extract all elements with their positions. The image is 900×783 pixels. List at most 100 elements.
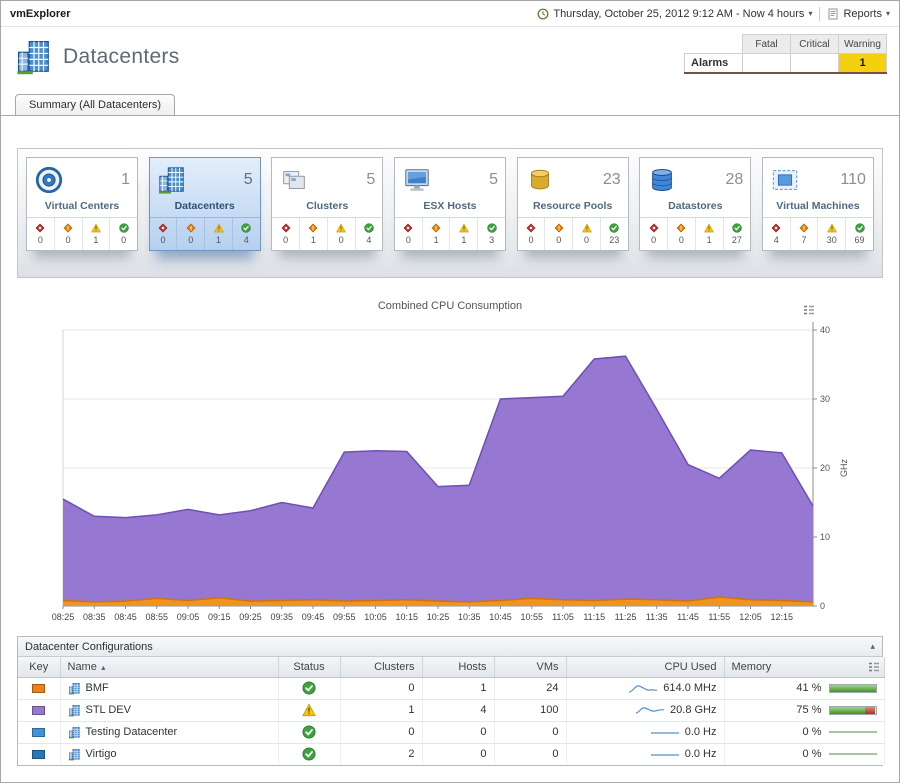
datacenter-config-table: Key Name ▲ Status Clusters Hosts VMs CPU… xyxy=(18,657,885,765)
tile-normal-count[interactable]: 4 xyxy=(355,218,383,250)
svg-text:09:15: 09:15 xyxy=(208,612,231,622)
col-header-name[interactable]: Name ▲ xyxy=(60,657,278,677)
tile-clusters[interactable]: 5 Clusters 0 1 0 4 xyxy=(271,157,383,251)
tile-fatal-count[interactable]: 0 xyxy=(150,218,177,250)
svg-text:30: 30 xyxy=(820,394,830,404)
tile-fatal-count[interactable]: 0 xyxy=(395,218,422,250)
tile-fatal-count[interactable]: 0 xyxy=(272,218,299,250)
tile-normal-count[interactable]: 27 xyxy=(723,218,751,250)
tile-critical-count[interactable]: 0 xyxy=(667,218,695,250)
reports-button[interactable]: Reports ▾ xyxy=(827,8,890,20)
tile-warning-count[interactable]: 0 xyxy=(327,218,355,250)
tile-warning-count[interactable]: 1 xyxy=(204,218,232,250)
tile-warning-count[interactable]: 0 xyxy=(572,218,600,250)
chart-options-icon[interactable] xyxy=(803,304,815,316)
tile-count: 23 xyxy=(603,171,621,189)
tile-critical-count[interactable]: 0 xyxy=(176,218,204,250)
tile-critical-count[interactable]: 0 xyxy=(544,218,572,250)
normal-icon xyxy=(364,223,374,233)
sort-asc-icon: ▲ xyxy=(100,665,107,672)
table-options-icon[interactable] xyxy=(868,661,880,673)
normal-icon xyxy=(732,223,742,233)
alarms-fatal-count[interactable] xyxy=(743,54,791,73)
svg-text:09:45: 09:45 xyxy=(302,612,325,622)
tile-critical-count[interactable]: 7 xyxy=(790,218,818,250)
datastore-icon xyxy=(647,165,677,195)
cpu-sparkline xyxy=(635,704,665,717)
tile-normal-count[interactable]: 4 xyxy=(232,218,260,250)
tile-label: Clusters xyxy=(272,198,382,218)
object-tile-strip: 1 Virtual Centers 0 0 1 0 5 Datacenters … xyxy=(17,148,883,278)
memory-value: 0 % xyxy=(788,726,822,738)
warning-icon xyxy=(336,223,346,233)
alarms-warning-count[interactable]: 1 xyxy=(839,54,887,73)
cluster-icon xyxy=(279,165,309,195)
tile-alarm-counts: 0 1 0 4 xyxy=(272,218,382,250)
tile-critical-count[interactable]: 1 xyxy=(299,218,327,250)
cpu-used-value: 0.0 Hz xyxy=(685,726,717,738)
svg-text:11:25: 11:25 xyxy=(615,612,637,622)
datacenter-name-link[interactable]: BMF xyxy=(86,682,109,694)
normal-icon xyxy=(609,223,619,233)
tab-summary-all-datacenters[interactable]: Summary (All Datacenters) xyxy=(15,94,175,115)
col-header-clusters[interactable]: Clusters xyxy=(340,657,422,677)
datacenter-name-link[interactable]: Virtigo xyxy=(86,748,117,760)
col-header-hosts[interactable]: Hosts xyxy=(422,657,494,677)
virtual-machine-icon xyxy=(770,165,800,195)
status-normal-icon xyxy=(302,725,316,739)
datacenter-icon xyxy=(15,38,53,76)
tile-esx-hosts[interactable]: 5 ESX Hosts 0 1 1 3 xyxy=(394,157,506,251)
tile-count: 28 xyxy=(725,171,743,189)
vmexplorer-window: vmExplorer Thursday, October 25, 2012 9:… xyxy=(0,0,900,783)
tile-datastores[interactable]: 28 Datastores 0 0 1 27 xyxy=(639,157,751,251)
vms-value: 24 xyxy=(494,677,566,699)
tab-label: Summary (All Datacenters) xyxy=(29,99,161,111)
critical-icon xyxy=(63,223,73,233)
topbar-right: Thursday, October 25, 2012 9:12 AM - Now… xyxy=(537,7,890,21)
tile-fatal-count[interactable]: 0 xyxy=(640,218,667,250)
datacenter-name-link[interactable]: STL DEV xyxy=(86,704,131,716)
tile-warning-count[interactable]: 1 xyxy=(449,218,477,250)
clusters-value: 1 xyxy=(340,699,422,721)
col-header-status[interactable]: Status xyxy=(278,657,340,677)
tile-warning-count[interactable]: 1 xyxy=(695,218,723,250)
memory-bar-fill xyxy=(830,685,876,692)
tile-count: 5 xyxy=(244,171,253,189)
tile-critical-count[interactable]: 1 xyxy=(422,218,450,250)
table-row-stl-dev[interactable]: STL DEV 1 4 100 20.8 GHz 75 % xyxy=(18,699,884,721)
tile-normal-count[interactable]: 0 xyxy=(109,218,137,250)
hosts-value: 0 xyxy=(422,743,494,765)
tile-virtual-machines[interactable]: 110 Virtual Machines 4 7 30 69 xyxy=(762,157,874,251)
tile-label: ESX Hosts xyxy=(395,198,505,218)
series-key-swatch xyxy=(32,706,45,715)
tile-label: Resource Pools xyxy=(518,198,628,218)
tile-fatal-count[interactable]: 0 xyxy=(518,218,545,250)
tile-normal-count[interactable]: 3 xyxy=(477,218,505,250)
col-header-memory[interactable]: Memory xyxy=(724,657,884,677)
table-row-testing-datacenter[interactable]: Testing Datacenter 0 0 0 0.0 Hz 0 % xyxy=(18,721,884,743)
report-icon xyxy=(827,8,839,20)
alarms-critical-count[interactable] xyxy=(791,54,839,73)
collapse-panel-button[interactable]: ▴ xyxy=(870,641,875,652)
tile-fatal-count[interactable]: 0 xyxy=(27,218,54,250)
col-header-cpu-used[interactable]: CPU Used xyxy=(566,657,724,677)
col-header-key[interactable]: Key xyxy=(18,657,60,677)
col-header-vms[interactable]: VMs xyxy=(494,657,566,677)
time-range-selector[interactable]: Thursday, October 25, 2012 9:12 AM - Now… xyxy=(537,8,812,20)
datacenter-name-link[interactable]: Testing Datacenter xyxy=(86,726,178,738)
svg-text:GHz: GHz xyxy=(839,459,849,478)
tile-virtual-centers[interactable]: 1 Virtual Centers 0 0 1 0 xyxy=(26,157,138,251)
datacenter-icon xyxy=(68,726,81,739)
svg-text:09:35: 09:35 xyxy=(270,612,293,622)
tile-fatal-count[interactable]: 4 xyxy=(763,218,790,250)
cpu-chart-section: Combined CPU Consumption 01020304008:250… xyxy=(1,300,899,626)
tile-critical-count[interactable]: 0 xyxy=(54,218,82,250)
tile-datacenters[interactable]: 5 Datacenters 0 0 1 4 xyxy=(149,157,261,251)
table-row-bmf[interactable]: BMF 0 1 24 614.0 MHz 41 % xyxy=(18,677,884,699)
tile-warning-count[interactable]: 1 xyxy=(82,218,110,250)
table-row-virtigo[interactable]: Virtigo 2 0 0 0.0 Hz 0 % xyxy=(18,743,884,765)
tile-normal-count[interactable]: 69 xyxy=(845,218,873,250)
tile-warning-count[interactable]: 30 xyxy=(817,218,845,250)
tile-resource-pools[interactable]: 23 Resource Pools 0 0 0 23 xyxy=(517,157,629,251)
tile-normal-count[interactable]: 23 xyxy=(600,218,628,250)
